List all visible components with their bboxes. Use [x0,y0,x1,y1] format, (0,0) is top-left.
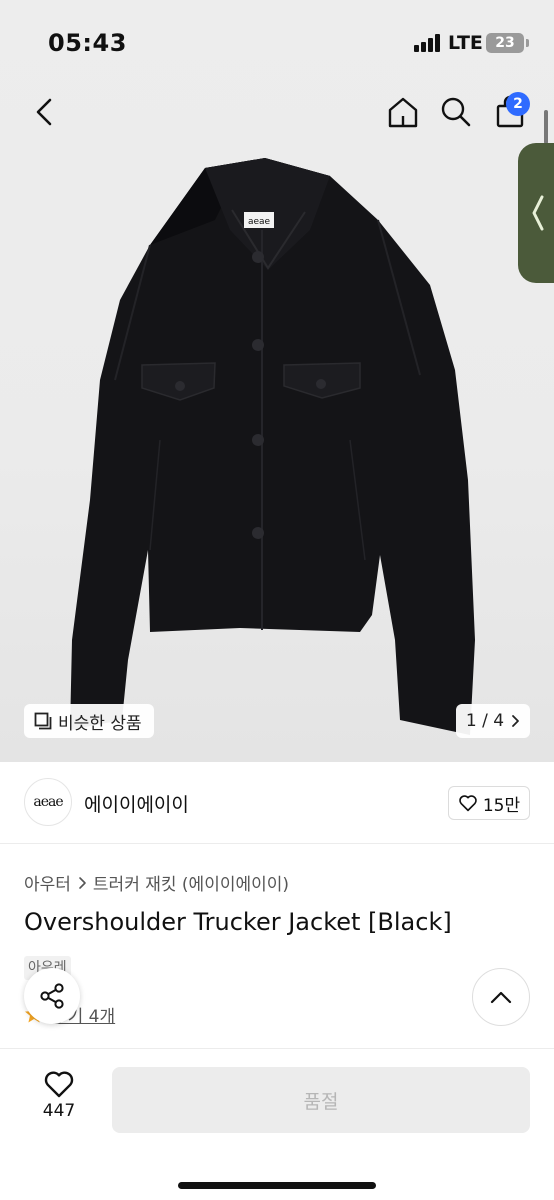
back-button[interactable] [24,92,64,132]
jacket-brand-label: aeae [248,217,271,227]
page-indicator-text: 1 / 4 [465,711,505,731]
wishlist-button[interactable]: 447 [24,1069,94,1133]
share-button[interactable] [24,968,80,1024]
home-indicator [178,1182,376,1189]
battery-tip [526,39,529,47]
battery-level: 23 [495,35,515,51]
scroll-top-button[interactable] [472,968,530,1026]
breadcrumb-subcategory[interactable]: 트러커 재킷 (에이이에이이) [93,870,289,895]
side-panel-handle[interactable] [518,143,554,283]
cart-count-badge: 2 [506,92,530,116]
chevron-up-icon [490,991,512,1004]
search-button[interactable] [436,92,476,132]
image-page-indicator[interactable]: 1 / 4 [456,704,530,738]
side-scroll-indicator [544,110,548,144]
search-icon [441,97,471,127]
home-button[interactable] [383,92,423,132]
breadcrumb: 아우터 트러커 재킷 (에이이에이이) [24,870,289,895]
breadcrumb-category[interactable]: 아우터 [24,870,71,895]
sold-out-button[interactable]: 품절 [112,1067,530,1133]
back-icon [36,98,52,126]
heart-icon [459,795,477,812]
similar-icon [34,712,52,730]
jacket-photo: aeae [70,158,475,735]
product-title: Overshoulder Trucker Jacket [Black] [24,908,452,936]
status-bar: 05:43 LTE 23 [0,0,554,80]
chevron-right-icon [512,715,519,727]
status-time: 05:43 [48,29,127,57]
brand-like-button[interactable]: 15만 [448,786,530,820]
share-icon [40,983,64,1009]
network-type: LTE [448,32,483,54]
wishlist-count: 447 [42,1101,76,1121]
signal-icon [414,34,442,52]
battery-icon: 23 [486,33,524,53]
brand-like-count: 15만 [482,795,521,816]
home-icon [388,97,418,128]
similar-products-button[interactable]: 비슷한 상품 [24,704,154,738]
heart-icon [44,1071,74,1098]
chevron-right-icon [79,876,86,889]
brand-logo[interactable]: aeae [24,778,72,826]
similar-products-label: 비슷한 상품 [58,713,142,734]
brand-name[interactable]: 에이이에이이 [84,790,189,817]
brand-row[interactable]: aeae 에이이에이이 15만 [0,762,554,844]
bottom-action-bar: 447 품절 [0,1048,554,1200]
chevron-left-icon [532,195,544,231]
